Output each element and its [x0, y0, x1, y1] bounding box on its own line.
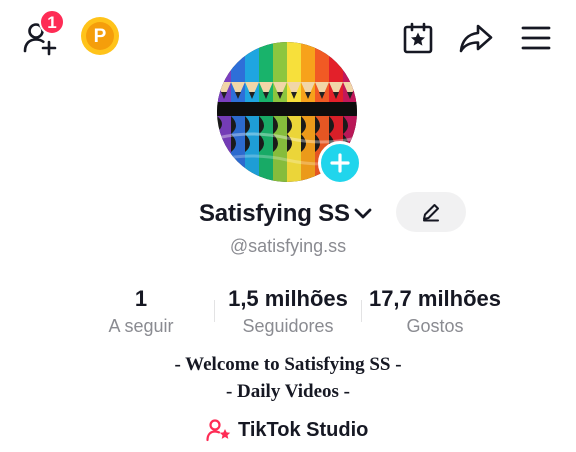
chevron-down-icon [354, 208, 372, 219]
tiktok-studio-label: TikTok Studio [238, 418, 369, 441]
menu-icon [521, 26, 551, 50]
bio-line-1: - Welcome to Satisfying SS - [174, 354, 402, 375]
menu-button[interactable] [516, 18, 556, 58]
stat-following[interactable]: 1 A seguir [96, 286, 186, 337]
display-name: Satisfying SS [199, 200, 350, 227]
stat-followers-label: Seguidores [242, 316, 334, 336]
add-avatar-button[interactable] [318, 141, 362, 185]
stat-likes-label: Gostos [406, 316, 464, 336]
pencil-icon [423, 204, 439, 222]
stat-likes[interactable]: 17,7 milhões Gostos [362, 286, 508, 337]
notification-badge: 1 [39, 9, 65, 35]
tiktok-studio-link[interactable]: TikTok Studio [206, 416, 368, 444]
stat-followers[interactable]: 1,5 milhões Seguidores [218, 286, 358, 337]
coin-button[interactable]: P [81, 17, 119, 55]
stat-followers-value: 1,5 milhões [228, 286, 348, 311]
plus-icon [330, 153, 350, 173]
studio-person-star-icon [206, 419, 231, 442]
stat-divider [214, 300, 215, 322]
calendar-star-icon [403, 22, 433, 54]
bio-line-2: - Daily Videos - [225, 381, 351, 402]
stat-following-label: A seguir [108, 316, 174, 336]
edit-profile-button[interactable] [396, 192, 466, 232]
stat-likes-value: 17,7 milhões [368, 286, 502, 311]
stat-following-value: 1 [134, 286, 148, 311]
coin-icon: P [86, 22, 114, 50]
share-icon [459, 24, 493, 53]
account-switcher[interactable]: Satisfying SS [199, 198, 373, 230]
calendar-button[interactable] [398, 18, 438, 58]
share-button[interactable] [456, 18, 496, 58]
profile-handle: @satisfying.ss [229, 236, 347, 256]
